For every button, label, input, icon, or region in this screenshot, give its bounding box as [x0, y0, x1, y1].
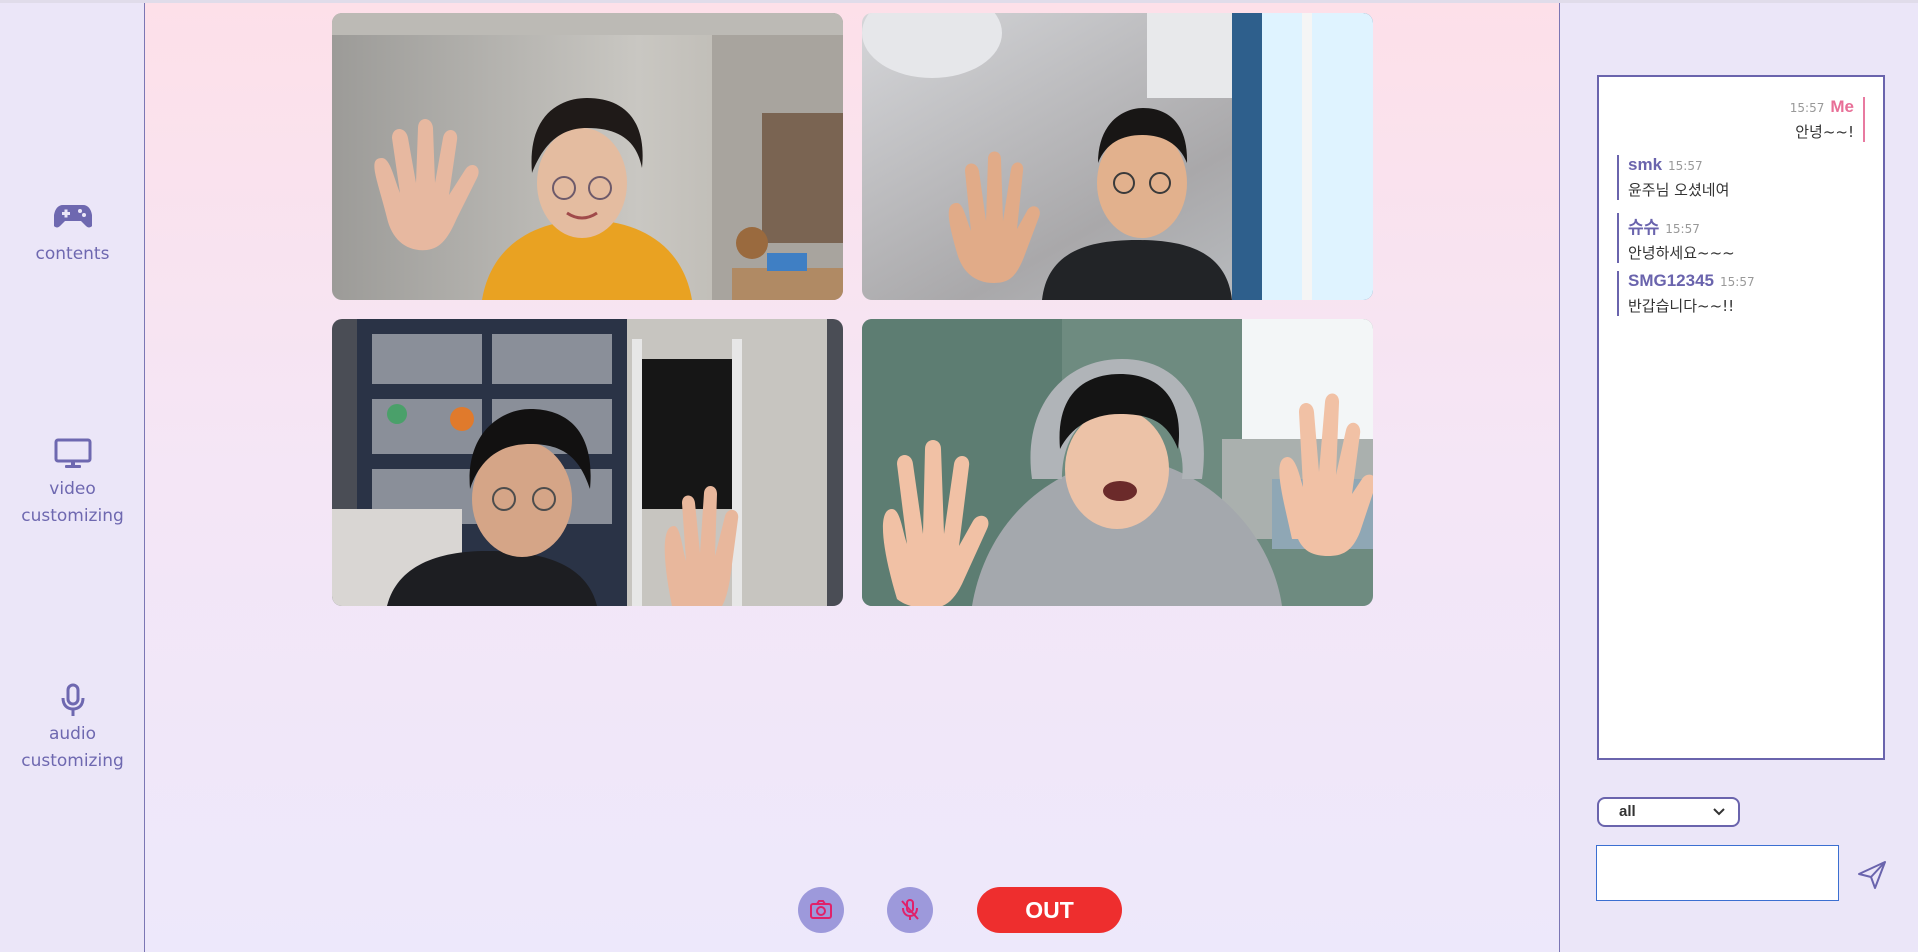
chat-message-input[interactable] [1596, 845, 1839, 901]
recipient-select[interactable]: all [1597, 797, 1740, 827]
message-sender: smk [1628, 155, 1663, 174]
message-sender: SMG12345 [1628, 271, 1714, 290]
chevron-down-icon [1713, 808, 1725, 816]
sidebar-item-contents[interactable]: contents [0, 203, 145, 268]
sidebar-item-audio-customizing[interactable]: audio customizing [0, 683, 145, 775]
message-text: 반갑습니다~~!! [1628, 297, 1735, 315]
message-text: 안녕하세요~~~ [1628, 244, 1735, 262]
video-tile[interactable] [332, 13, 843, 300]
chat-message: SMG12345 15:57 반갑습니다~~!! [1617, 271, 1755, 316]
sidebar-item-label: contents [35, 244, 110, 264]
gamepad-icon [0, 203, 145, 239]
chat-panel: 15:57 Me 안녕~~! smk 15:57 윤주님 오셨네여 슈슈 15:57 … [1559, 3, 1918, 952]
left-sidebar: contents video customizing audio customi… [0, 3, 145, 952]
microphone-icon [0, 683, 145, 719]
message-sender: 슈슈 [1628, 218, 1660, 237]
out-button[interactable]: OUT [977, 887, 1122, 933]
message-text: 윤주님 오셨네여 [1628, 181, 1730, 199]
message-sender: Me [1830, 97, 1854, 116]
chat-message: smk 15:57 윤주님 오셨네여 [1617, 155, 1729, 200]
video-stage: OUT [145, 3, 1559, 952]
message-time: 15:57 [1665, 222, 1700, 236]
camera-button[interactable] [798, 887, 844, 933]
chat-message: 슈슈 15:57 안녕하세요~~~ [1617, 213, 1735, 263]
video-tile[interactable] [332, 319, 843, 606]
microphone-off-icon [901, 899, 919, 920]
send-button[interactable] [1855, 858, 1889, 892]
video-tile[interactable] [862, 13, 1373, 300]
message-text: 안녕~~! [1795, 123, 1854, 141]
camera-icon [810, 900, 832, 919]
message-time: 15:57 [1668, 159, 1703, 173]
sidebar-item-label-line1: video [49, 479, 96, 499]
video-tile[interactable] [862, 319, 1373, 606]
monitor-icon [0, 438, 145, 474]
chat-message: 15:57 Me 안녕~~! [1790, 97, 1865, 142]
sidebar-item-label-line1: audio [48, 724, 97, 744]
chat-message-list[interactable]: 15:57 Me 안녕~~! smk 15:57 윤주님 오셨네여 슈슈 15:57 … [1597, 75, 1885, 760]
sidebar-item-video-customizing[interactable]: video customizing [0, 438, 145, 530]
microphone-toggle-button[interactable] [887, 887, 933, 933]
sidebar-item-label-line2: customizing [21, 506, 124, 526]
send-icon [1858, 861, 1886, 889]
sidebar-item-label-line2: customizing [21, 751, 124, 771]
message-time: 15:57 [1720, 275, 1755, 289]
message-time: 15:57 [1789, 101, 1825, 115]
recipient-select-value: all [1619, 803, 1636, 820]
